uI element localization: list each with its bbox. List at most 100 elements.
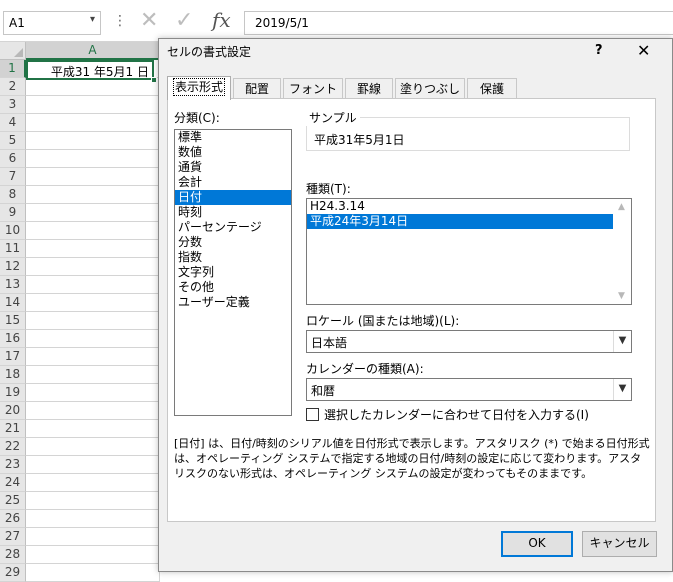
- category-item[interactable]: 会計: [175, 175, 291, 190]
- cell[interactable]: [26, 294, 160, 312]
- type-list[interactable]: H24.3.14 平成24年3月14日 ▲ ▼: [306, 198, 632, 305]
- row-header[interactable]: 21: [0, 420, 26, 438]
- cell[interactable]: [26, 528, 160, 546]
- category-item[interactable]: 時刻: [175, 205, 291, 220]
- row-header[interactable]: 16: [0, 330, 26, 348]
- category-item[interactable]: 日付: [175, 190, 291, 205]
- cell[interactable]: [26, 222, 160, 240]
- name-box[interactable]: A1 ▾: [3, 11, 101, 35]
- tab-alignment[interactable]: 配置: [233, 78, 281, 99]
- more-options-icon[interactable]: ⋮: [113, 13, 127, 29]
- category-item[interactable]: パーセンテージ: [175, 220, 291, 235]
- row-header[interactable]: 20: [0, 402, 26, 420]
- locale-select[interactable]: 日本語 ▼: [306, 330, 632, 353]
- cell[interactable]: [26, 204, 160, 222]
- row-header[interactable]: 17: [0, 348, 26, 366]
- row-header[interactable]: 7: [0, 168, 26, 186]
- tab-protection[interactable]: 保護: [467, 78, 517, 99]
- cell[interactable]: [26, 150, 160, 168]
- type-item[interactable]: H24.3.14: [307, 199, 613, 214]
- cell[interactable]: [26, 330, 160, 348]
- chevron-down-icon[interactable]: ▼: [613, 331, 631, 352]
- calendar-checkbox-label[interactable]: 選択したカレンダーに合わせて日付を入力する(I): [324, 406, 589, 423]
- cell[interactable]: [26, 456, 160, 474]
- row-header[interactable]: 11: [0, 240, 26, 258]
- category-item[interactable]: 指数: [175, 250, 291, 265]
- category-item[interactable]: 標準: [175, 130, 291, 145]
- cell[interactable]: [26, 348, 160, 366]
- row-header[interactable]: 19: [0, 384, 26, 402]
- category-item[interactable]: 文字列: [175, 265, 291, 280]
- row-header[interactable]: 22: [0, 438, 26, 456]
- scroll-up-icon[interactable]: ▲: [618, 202, 625, 212]
- category-item[interactable]: 通貨: [175, 160, 291, 175]
- ok-button[interactable]: OK: [501, 531, 573, 557]
- row-header[interactable]: 15: [0, 312, 26, 330]
- cell[interactable]: [26, 438, 160, 456]
- cell[interactable]: [26, 492, 160, 510]
- row-header[interactable]: 8: [0, 186, 26, 204]
- category-item[interactable]: その他: [175, 280, 291, 295]
- insert-function-icon[interactable]: fx: [212, 8, 231, 32]
- select-all-button[interactable]: [0, 42, 26, 60]
- row-header[interactable]: 29: [0, 564, 26, 582]
- category-item[interactable]: 数値: [175, 145, 291, 160]
- cell[interactable]: [26, 546, 160, 564]
- tab-number-format[interactable]: 表示形式: [167, 76, 231, 100]
- cell[interactable]: [26, 240, 160, 258]
- cell[interactable]: [26, 384, 160, 402]
- cell[interactable]: [26, 258, 160, 276]
- cell[interactable]: [26, 564, 160, 582]
- row-header[interactable]: 18: [0, 366, 26, 384]
- row-header[interactable]: 28: [0, 546, 26, 564]
- row-header[interactable]: 23: [0, 456, 26, 474]
- row-header[interactable]: 6: [0, 150, 26, 168]
- row-header[interactable]: 2: [0, 78, 26, 96]
- cell[interactable]: [26, 420, 160, 438]
- calendar-select[interactable]: 和暦 ▼: [306, 378, 632, 401]
- row-header[interactable]: 9: [0, 204, 26, 222]
- chevron-down-icon[interactable]: ▾: [90, 14, 95, 25]
- row-header[interactable]: 24: [0, 474, 26, 492]
- row-header[interactable]: 1: [0, 60, 26, 78]
- cell[interactable]: [26, 312, 160, 330]
- type-list-scrollbar[interactable]: ▲ ▼: [614, 199, 631, 304]
- row-header[interactable]: 25: [0, 492, 26, 510]
- tab-fill[interactable]: 塗りつぶし: [395, 78, 465, 99]
- close-icon[interactable]: ✕: [637, 41, 650, 60]
- enter-icon[interactable]: ✓: [175, 8, 193, 33]
- cell[interactable]: [26, 474, 160, 492]
- cell[interactable]: [26, 114, 160, 132]
- row-header[interactable]: 4: [0, 114, 26, 132]
- chevron-down-icon[interactable]: ▼: [613, 379, 631, 400]
- cell[interactable]: [26, 168, 160, 186]
- row-header[interactable]: 26: [0, 510, 26, 528]
- formula-input[interactable]: 2019/5/1: [244, 11, 673, 35]
- calendar-input-checkbox[interactable]: [306, 408, 319, 421]
- cell-a1[interactable]: 平成31 年5月1 日: [26, 60, 154, 80]
- cell[interactable]: [26, 402, 160, 420]
- row-header[interactable]: 27: [0, 528, 26, 546]
- category-list[interactable]: 標準 数値 通貨 会計 日付 時刻 パーセンテージ 分数 指数 文字列 その他 ユーザー定義: [174, 129, 292, 416]
- row-header[interactable]: 5: [0, 132, 26, 150]
- category-item[interactable]: ユーザー定義: [175, 295, 291, 310]
- cell[interactable]: [26, 96, 160, 114]
- cell[interactable]: [26, 276, 160, 294]
- type-item[interactable]: 平成24年3月14日: [307, 214, 613, 229]
- tab-border[interactable]: 罫線: [345, 78, 393, 99]
- fill-handle[interactable]: [151, 77, 157, 83]
- cancel-icon[interactable]: ✕: [140, 8, 158, 33]
- row-header[interactable]: 3: [0, 96, 26, 114]
- row-header[interactable]: 13: [0, 276, 26, 294]
- cell[interactable]: [26, 366, 160, 384]
- cell[interactable]: [26, 510, 160, 528]
- category-item[interactable]: 分数: [175, 235, 291, 250]
- tab-font[interactable]: フォント: [283, 78, 343, 99]
- cell[interactable]: [26, 186, 160, 204]
- row-header[interactable]: 12: [0, 258, 26, 276]
- scroll-down-icon[interactable]: ▼: [618, 291, 625, 301]
- column-header-a[interactable]: A: [26, 42, 160, 60]
- help-button[interactable]: ?: [595, 43, 603, 58]
- cell[interactable]: [26, 78, 160, 96]
- row-header[interactable]: 14: [0, 294, 26, 312]
